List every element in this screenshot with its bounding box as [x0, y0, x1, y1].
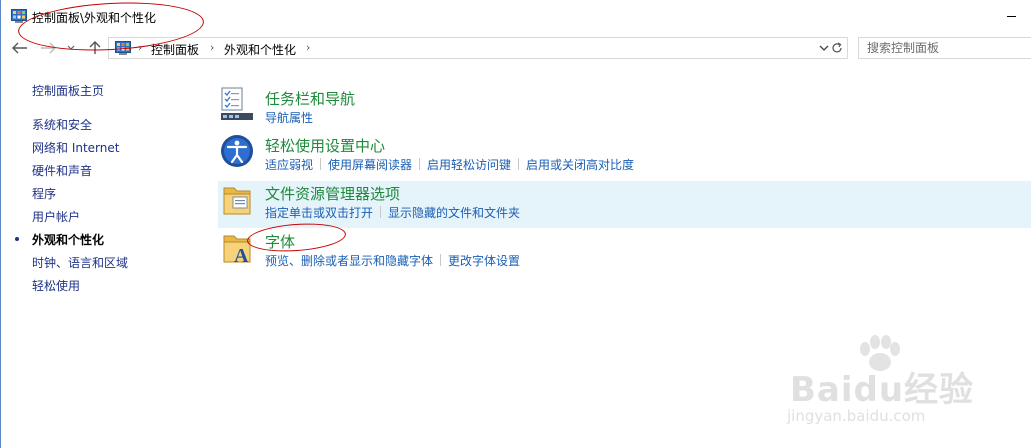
- refresh-icon: [832, 42, 842, 53]
- up-arrow-icon: [89, 41, 101, 54]
- search-box[interactable]: [858, 37, 1031, 59]
- link-separator: [518, 158, 520, 170]
- window-title: 控制面板\外观和个性化: [32, 11, 157, 25]
- sidebar-item-home[interactable]: 控制面板主页: [32, 82, 104, 99]
- sidebar-item-hardware-sound[interactable]: 硬件和声音: [32, 162, 92, 179]
- link-show-hidden-files[interactable]: 显示隐藏的文件和文件夹: [388, 206, 520, 220]
- watermark-brand: Baidu经验: [790, 370, 975, 410]
- sidebar-item-appearance[interactable]: 外观和个性化: [32, 231, 104, 248]
- control-panel-icon: [11, 9, 27, 23]
- sidebar-item-programs[interactable]: 程序: [32, 185, 56, 202]
- baidu-watermark: Baidu经验 jingyan.baidu.com: [785, 335, 1015, 435]
- watermark-url: jingyan.baidu.com: [787, 407, 926, 425]
- breadcrumb-appearance[interactable]: 外观和个性化: [224, 41, 296, 58]
- link-separator: [380, 206, 382, 218]
- active-bullet-icon: [15, 237, 19, 241]
- control-panel-icon: [115, 41, 131, 55]
- sidebar-item-network[interactable]: 网络和 Internet: [32, 139, 119, 156]
- chevron-down-icon: [67, 45, 75, 50]
- minimize-button[interactable]: [1000, 6, 1024, 26]
- folder-options-icon[interactable]: [220, 184, 254, 218]
- link-font-settings[interactable]: 更改字体设置: [448, 254, 520, 268]
- search-input[interactable]: [867, 39, 1027, 57]
- sidebar-item-ease-of-access[interactable]: 轻松使用: [32, 277, 80, 294]
- link-access-keys[interactable]: 启用轻松访问键: [427, 158, 511, 172]
- breadcrumb-separator-icon[interactable]: ›: [306, 41, 310, 54]
- link-navigation-properties[interactable]: 导航属性: [265, 111, 313, 125]
- forward-arrow-icon: [41, 42, 56, 54]
- sidebar-item-clock-region[interactable]: 时钟、语言和区域: [32, 254, 128, 271]
- link-separator: [320, 158, 322, 170]
- back-button[interactable]: [10, 38, 30, 58]
- category-title-ease-of-access[interactable]: 轻松使用设置中心: [265, 135, 385, 156]
- link-separator: [440, 254, 442, 266]
- category-title-fonts[interactable]: 字体: [265, 231, 295, 252]
- link-single-double-click[interactable]: 指定单击或双击打开: [265, 206, 373, 220]
- category-title-file-explorer-options[interactable]: 文件资源管理器选项: [265, 183, 400, 204]
- category-links-fonts: 预览、删除或者显示和隐藏字体 更改字体设置: [265, 252, 520, 269]
- refresh-button[interactable]: [828, 38, 846, 58]
- breadcrumb-separator-icon[interactable]: ›: [210, 41, 214, 54]
- link-high-contrast[interactable]: 启用或关闭高对比度: [526, 158, 634, 172]
- title-bar: 控制面板\外观和个性化: [0, 0, 1031, 32]
- category-links-ease-of-access: 适应弱视 使用屏幕阅读器 启用轻松访问键 启用或关闭高对比度: [265, 156, 634, 173]
- taskbar-icon[interactable]: [220, 87, 254, 121]
- svg-text:A: A: [234, 245, 249, 266]
- sidebar-item-system-security[interactable]: 系统和安全: [32, 116, 92, 133]
- link-low-vision[interactable]: 适应弱视: [265, 158, 313, 172]
- category-links-taskbar: 导航属性: [265, 109, 313, 126]
- ease-of-access-icon[interactable]: [220, 134, 254, 168]
- up-button[interactable]: [85, 38, 105, 58]
- fonts-folder-icon[interactable]: A: [220, 232, 254, 266]
- link-screen-reader[interactable]: 使用屏幕阅读器: [328, 158, 412, 172]
- paw-logo-icon: [860, 335, 900, 371]
- back-arrow-icon: [12, 42, 27, 54]
- link-preview-delete-fonts[interactable]: 预览、删除或者显示和隐藏字体: [265, 254, 433, 268]
- category-title-taskbar[interactable]: 任务栏和导航: [265, 88, 355, 109]
- link-separator: [419, 158, 421, 170]
- sidebar-item-user-accounts[interactable]: 用户帐户: [32, 208, 80, 225]
- breadcrumb-separator-icon[interactable]: ›: [138, 41, 142, 54]
- forward-button[interactable]: [38, 38, 58, 58]
- category-links-file-explorer-options: 指定单击或双击打开 显示隐藏的文件和文件夹: [265, 204, 520, 221]
- address-bar[interactable]: › 控制面板 › 外观和个性化 ›: [108, 37, 848, 59]
- breadcrumb-control-panel[interactable]: 控制面板: [151, 41, 199, 58]
- recent-locations-button[interactable]: [64, 38, 78, 58]
